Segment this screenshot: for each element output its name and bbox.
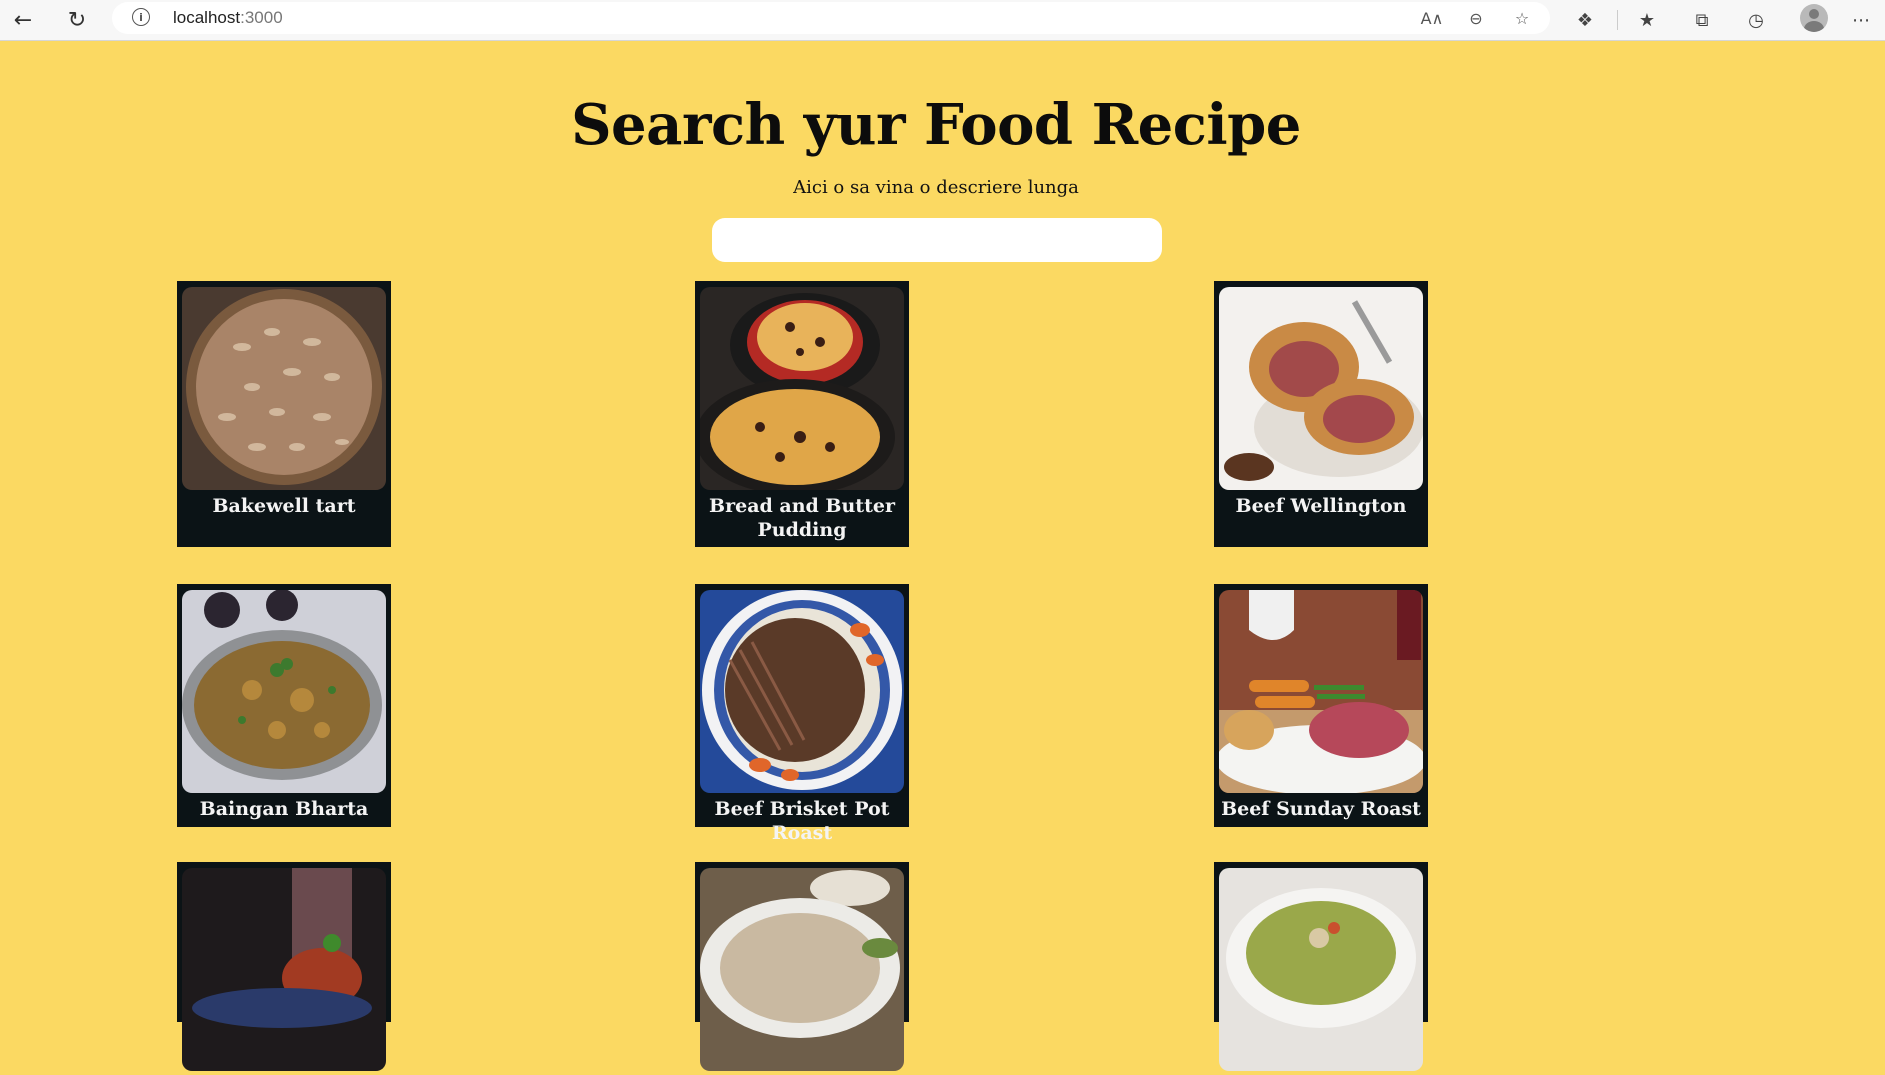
url-host: localhost [173,8,241,27]
back-icon[interactable]: ← [8,6,38,36]
collections-icon[interactable]: ⧉ [1687,5,1717,35]
page-title: Search yur Food Recipe [571,92,1301,158]
site-info-icon[interactable]: i [132,8,150,26]
zoom-out-icon[interactable]: ⊖ [1464,7,1488,29]
recipe-name[interactable]: Beef Wellington [1219,490,1423,518]
recipe-card[interactable] [695,862,909,1071]
recipe-photo [182,287,386,490]
page-subtitle: Aici o sa vina o descriere lunga [793,177,1079,198]
search-input[interactable] [712,218,1162,262]
profile-icon[interactable] [1800,4,1828,32]
recipe-photo [700,287,904,490]
history-icon[interactable]: ◷ [1741,5,1771,35]
url-port: :3000 [240,8,283,27]
recipe-name[interactable]: Bread and Butter Pudding [700,490,904,542]
recipe-card[interactable] [1214,862,1428,1071]
recipe-photo [1219,590,1423,793]
recipe-card[interactable] [177,862,391,1071]
recipe-photo [182,590,386,793]
toolbar-divider [1617,10,1618,30]
recipe-photo [182,868,386,1071]
recipe-card[interactable]: Bakewell tart [177,281,391,547]
recipe-card[interactable]: Beef Brisket Pot Roast [695,584,909,844]
recipe-card[interactable]: Beef Wellington [1214,281,1428,547]
recipe-photo [700,868,904,1071]
recipe-photo [1219,868,1423,1071]
browser-toolbar: ← ↻ i localhost:3000 A∧ ⊖ ☆ ❖ ★ ⧉ ◷ ⋯ [0,0,1885,41]
recipe-name[interactable]: Beef Sunday Roast [1219,793,1423,821]
recipe-photo [700,590,904,793]
recipe-photo [1219,287,1423,490]
recipe-name[interactable]: Baingan Bharta [182,793,386,821]
more-icon[interactable]: ⋯ [1846,5,1876,35]
url-text[interactable]: localhost:3000 [173,8,283,28]
recipe-name[interactable]: Beef Brisket Pot Roast [700,793,904,845]
add-favorite-icon[interactable]: ☆ [1510,7,1534,29]
refresh-icon[interactable]: ↻ [62,6,92,36]
extensions-icon[interactable]: ❖ [1570,5,1600,35]
favorites-icon[interactable]: ★ [1632,5,1662,35]
recipe-card[interactable]: Beef Sunday Roast [1214,584,1428,827]
recipe-name[interactable] [700,1071,904,1075]
recipe-name[interactable] [1219,1071,1423,1075]
recipe-name[interactable] [182,1071,386,1075]
recipe-card[interactable]: Baingan Bharta [177,584,391,827]
address-bar[interactable]: i localhost:3000 A∧ ⊖ ☆ [112,2,1550,34]
recipe-card[interactable]: Bread and Butter Pudding [695,281,909,547]
read-aloud-icon[interactable]: A∧ [1420,7,1444,29]
recipe-name[interactable]: Bakewell tart [182,490,386,518]
